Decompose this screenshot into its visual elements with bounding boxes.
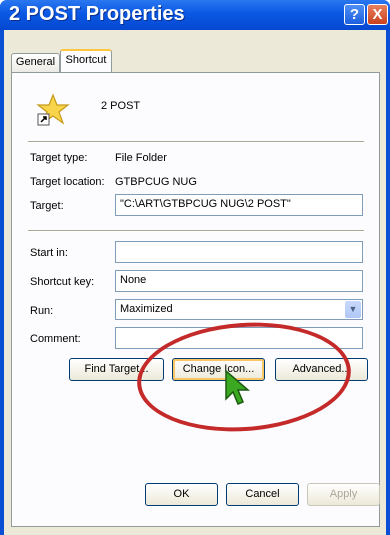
apply-button: Apply	[307, 483, 380, 506]
divider	[28, 141, 364, 143]
target-input[interactable]: "C:\ART\GTBPCUG NUG\2 POST"	[115, 194, 363, 216]
start-in-label: Start in:	[30, 247, 68, 259]
shortcut-key-input[interactable]: None	[115, 270, 363, 292]
properties-window: 2 POST Properties ? X General Shortcut 2…	[0, 0, 390, 535]
shortcut-name: 2 POST	[101, 100, 141, 112]
star-shortcut-icon	[36, 93, 70, 126]
ok-button[interactable]: OK	[145, 483, 218, 506]
divider	[28, 230, 364, 232]
run-select[interactable]: Maximized ▼	[115, 299, 363, 320]
run-selected-value: Maximized	[120, 303, 173, 315]
chevron-down-icon[interactable]: ▼	[345, 301, 361, 318]
pointer-cursor-icon	[225, 369, 251, 405]
comment-label: Comment:	[30, 333, 81, 345]
target-type-value: File Folder	[115, 152, 167, 164]
title-bar[interactable]: 2 POST Properties ? X	[0, 0, 390, 30]
close-button[interactable]: X	[367, 4, 388, 25]
shortcut-key-label: Shortcut key:	[30, 276, 95, 288]
target-type-label: Target type:	[30, 152, 88, 164]
shortcut-panel: 2 POST Target type: File Folder Target l…	[11, 72, 380, 527]
cancel-button[interactable]: Cancel	[226, 483, 299, 506]
help-button[interactable]: ?	[344, 4, 365, 25]
tab-shortcut[interactable]: Shortcut	[60, 49, 112, 72]
target-label: Target:	[30, 200, 64, 212]
tab-general[interactable]: General	[11, 53, 60, 72]
start-in-input[interactable]	[115, 241, 363, 263]
target-location-label: Target location:	[30, 176, 105, 188]
run-label: Run:	[30, 305, 54, 317]
target-location-value: GTBPCUG NUG	[115, 176, 197, 188]
window-title: 2 POST Properties	[9, 3, 185, 25]
dialog-client: General Shortcut 2 POST Target type: Fil…	[4, 30, 386, 535]
